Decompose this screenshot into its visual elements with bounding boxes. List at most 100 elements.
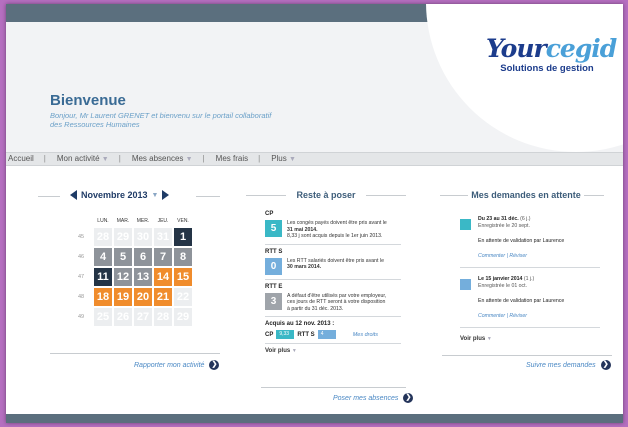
calendar-day[interactable]: 7 — [154, 248, 172, 266]
divider — [246, 195, 286, 196]
nav-mon-activite[interactable]: Mon activité ▼ — [57, 153, 119, 165]
suivre-demandes-link[interactable]: Suivre mes demandes ❯ — [526, 360, 611, 370]
calendar-header: Novembre 2013 ▼ — [70, 190, 170, 200]
chevron-down-icon[interactable]: ▼ — [152, 192, 159, 199]
calendar-day[interactable]: 22 — [174, 288, 192, 306]
arrow-right-icon: ❯ — [403, 393, 414, 403]
logo-tagline: Solutions de gestion — [500, 63, 594, 74]
week-number: 46 — [78, 254, 85, 260]
rapporter-activite-link[interactable]: Rapporter mon activité ❯ — [134, 360, 220, 370]
divider — [261, 387, 406, 388]
week-number: 45 — [78, 234, 85, 240]
reviser-link[interactable]: Réviser — [509, 253, 527, 259]
hero-banner: Yourcegid Solutions de gestion Bienvenue… — [6, 4, 623, 152]
calendar-day[interactable]: 29 — [174, 308, 192, 326]
calendar-day[interactable]: 28 — [94, 228, 112, 246]
status-swatch — [460, 219, 471, 230]
reviser-link[interactable]: Réviser — [509, 313, 527, 319]
calendar-day[interactable]: 27 — [134, 308, 152, 326]
calendar-day[interactable]: 21 — [154, 288, 172, 306]
rtts-count: 0 — [265, 257, 282, 275]
calendar-month[interactable]: Novembre 2013 — [81, 190, 148, 200]
commenter-link[interactable]: Commenter — [478, 313, 505, 319]
calendar-day[interactable]: 30 — [134, 228, 152, 246]
calendar-week: 45 28 29 30 31 1 — [78, 228, 194, 246]
status-swatch — [460, 279, 471, 290]
week-number: 47 — [78, 274, 85, 280]
welcome-title: Bienvenue — [50, 92, 126, 109]
footer-bar — [6, 414, 623, 423]
reste-block-cp: CP 5 Les congés payés doivent être pris … — [265, 211, 387, 239]
poser-absences-link[interactable]: Poser mes absences ❯ — [333, 393, 414, 403]
nav-accueil[interactable]: Accueil — [8, 153, 44, 165]
calendar-day[interactable]: 31 — [154, 228, 172, 246]
nav-mes-frais[interactable]: Mes frais — [216, 153, 258, 165]
divider — [440, 195, 468, 196]
calendar-day[interactable]: 11 — [94, 268, 112, 286]
welcome-subtitle: Bonjour, Mr Laurent GRENET et bienvenu s… — [50, 111, 272, 129]
week-number: 49 — [78, 314, 85, 320]
calendar-day-headers: LUN. MAR. MER. JEU. VEN. — [97, 218, 189, 224]
calendar-week: 48 18 19 20 21 22 — [78, 288, 194, 306]
reste-panel: CP 5 Les congés payés doivent être pris … — [265, 211, 401, 354]
divider — [196, 196, 220, 197]
acquis-block: Acquis au 12 nov. 2013 : CP 9,33 RTT S 4… — [265, 321, 379, 339]
calendar-day[interactable]: 8 — [174, 248, 192, 266]
calendar-day[interactable]: 15 — [174, 268, 192, 286]
demandes-voir-plus[interactable]: Voir plus ▼ — [460, 336, 600, 342]
calendar-day[interactable]: 4 — [94, 248, 112, 266]
divider — [50, 353, 220, 354]
acquis-rtt-value: 4 — [317, 330, 336, 339]
calendar-day[interactable]: 29 — [114, 228, 132, 246]
calendar-grid: 45 28 29 30 31 1 46 4 5 6 7 8 47 11 12 13 14 15 48 18 19 20 21… — [78, 228, 194, 328]
demande-item: Le 15 janvier 2014 (1 j.) Enregistrée le … — [460, 276, 600, 319]
cp-count: 5 — [265, 220, 282, 237]
demande-item: Du 23 au 31 déc. (6 j.) Enregistrée le 20… — [460, 216, 600, 259]
divider — [442, 355, 612, 356]
calendar-day[interactable]: 18 — [94, 288, 112, 306]
reste-title: Reste à poser — [296, 190, 356, 200]
divider — [366, 195, 406, 196]
calendar-day[interactable]: 1 — [174, 228, 192, 246]
calendar-day[interactable]: 26 — [114, 308, 132, 326]
calendar-day[interactable]: 14 — [154, 268, 172, 286]
arrow-right-icon: ❯ — [209, 360, 220, 370]
reste-block-rtts: RTT S 0 Les RTT salariés doivent être pr… — [265, 249, 401, 275]
acquis-cp-value: 9,33 — [276, 330, 295, 339]
mes-droits-link[interactable]: Mes droits — [353, 332, 378, 338]
arrow-right-icon: ❯ — [600, 360, 611, 370]
week-number: 48 — [78, 294, 85, 300]
calendar-day[interactable]: 20 — [134, 288, 152, 306]
demandes-panel: Du 23 au 31 déc. (6 j.) Enregistrée le 20… — [460, 216, 600, 342]
calendar-day[interactable]: 12 — [114, 268, 132, 286]
next-month-icon[interactable] — [162, 190, 170, 200]
calendar-week: 46 4 5 6 7 8 — [78, 248, 194, 266]
nav-mes-absences[interactable]: Mes absences ▼ — [132, 153, 203, 165]
main-nav: Accueil | Mon activité ▼ | Mes absences … — [6, 152, 623, 166]
chevron-down-icon: ▼ — [101, 156, 109, 163]
yourcegid-logo: Yourcegid Solutions de gestion — [486, 34, 617, 75]
chevron-down-icon: ▼ — [288, 156, 296, 163]
calendar-week: 47 11 12 13 14 15 — [78, 268, 194, 286]
commenter-link[interactable]: Commenter — [478, 253, 505, 259]
calendar-day[interactable]: 5 — [114, 248, 132, 266]
chevron-down-icon: ▼ — [486, 336, 492, 342]
prev-month-icon[interactable] — [70, 190, 77, 200]
rtte-count: 3 — [265, 292, 282, 310]
calendar-week: 49 25 26 27 28 29 — [78, 308, 194, 326]
nav-plus[interactable]: Plus ▼ — [271, 153, 306, 165]
demandes-title: Mes demandes en attente — [471, 190, 581, 200]
calendar-day[interactable]: 25 — [94, 308, 112, 326]
calendar-day[interactable]: 6 — [134, 248, 152, 266]
app-window: ? ▦ ⌂ ⏻ Yourcegid Solutions de gestion B… — [6, 4, 623, 423]
reste-voir-plus[interactable]: Voir plus ▼ — [265, 348, 401, 354]
calendar-day[interactable]: 13 — [134, 268, 152, 286]
calendar-day[interactable]: 19 — [114, 288, 132, 306]
calendar-day[interactable]: 28 — [154, 308, 172, 326]
chevron-down-icon: ▼ — [291, 348, 297, 354]
divider — [38, 196, 60, 197]
divider — [584, 195, 604, 196]
chevron-down-icon: ▼ — [185, 156, 193, 163]
welcome-block: Bienvenue Bonjour, Mr Laurent GRENET et … — [50, 92, 310, 129]
reste-block-rtte: RTT E 3 A défaut d'être utilisés par vot… — [265, 283, 387, 312]
